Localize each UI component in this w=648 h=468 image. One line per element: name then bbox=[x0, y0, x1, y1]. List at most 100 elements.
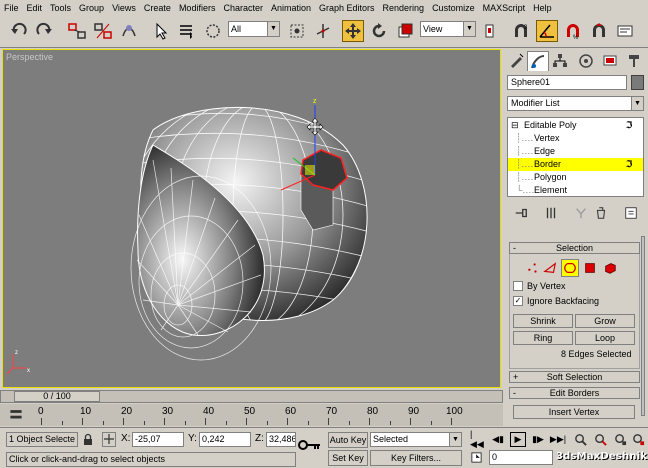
previous-frame-icon[interactable]: ◀▮ bbox=[490, 432, 506, 447]
stack-item-element[interactable]: └‥‥ Element bbox=[508, 184, 643, 197]
zoom-all-icon[interactable] bbox=[592, 432, 608, 447]
redo-icon[interactable] bbox=[33, 20, 55, 42]
menu-graph-editors[interactable]: Graph Editors bbox=[315, 0, 379, 16]
configure-modifier-sets-icon[interactable] bbox=[623, 205, 639, 221]
remove-modifier-icon[interactable] bbox=[593, 205, 609, 221]
bind-space-warp-icon[interactable] bbox=[118, 20, 140, 42]
z-coordinate-field[interactable]: 32,486 bbox=[266, 432, 296, 447]
checkbox-label: By Vertex bbox=[527, 281, 566, 291]
ignore-backfacing-checkbox[interactable]: ✓ Ignore Backfacing bbox=[513, 295, 599, 307]
show-end-result-icon[interactable] bbox=[543, 205, 559, 221]
modifier-list-dropdown[interactable]: Modifier List ▼ bbox=[507, 96, 644, 111]
key-filters-button[interactable]: Key Filters... bbox=[370, 450, 462, 466]
modify-tab-icon[interactable] bbox=[527, 51, 549, 71]
menu-help[interactable]: Help bbox=[529, 0, 556, 16]
utilities-tab-icon[interactable] bbox=[623, 51, 645, 71]
current-frame-field[interactable]: 0 bbox=[489, 450, 553, 465]
angle-snap-icon[interactable] bbox=[536, 20, 558, 42]
object-name-field[interactable]: Sphere01 bbox=[507, 75, 627, 90]
edit-borders-rollout-header[interactable]: - Edit Borders bbox=[509, 387, 640, 399]
absolute-mode-icon[interactable] bbox=[102, 432, 116, 447]
menu-animation[interactable]: Animation bbox=[267, 0, 315, 16]
select-and-rotate-icon[interactable] bbox=[368, 20, 390, 42]
y-coordinate-field[interactable]: 0,242 bbox=[199, 432, 251, 447]
select-and-link-icon[interactable] bbox=[66, 20, 88, 42]
menu-maxscript[interactable]: MAXScript bbox=[479, 0, 530, 16]
selection-rollout-header[interactable]: - Selection bbox=[509, 242, 640, 254]
loop-button[interactable]: Loop bbox=[575, 331, 635, 345]
key-icon[interactable] bbox=[298, 438, 322, 452]
ring-button[interactable]: Ring bbox=[513, 331, 573, 345]
menu-modifiers[interactable]: Modifiers bbox=[175, 0, 220, 16]
select-and-move-icon[interactable] bbox=[342, 20, 364, 42]
selection-filter-dropdown[interactable]: All ▼ bbox=[228, 21, 280, 37]
insert-vertex-button[interactable]: Insert Vertex bbox=[513, 405, 635, 419]
select-and-scale-icon[interactable] bbox=[394, 20, 416, 42]
edge-mode-icon[interactable] bbox=[541, 259, 559, 277]
go-to-start-icon[interactable]: |◀◀ bbox=[470, 429, 486, 449]
object-color-swatch[interactable] bbox=[631, 75, 644, 90]
percent-snap-icon[interactable]: % bbox=[562, 20, 584, 42]
spinner-snap-icon[interactable] bbox=[588, 20, 610, 42]
perspective-viewport[interactable]: Perspective z z x bbox=[2, 49, 501, 388]
time-slider[interactable]: 0 / 100 bbox=[14, 391, 100, 402]
element-mode-icon[interactable] bbox=[601, 259, 619, 277]
soft-selection-rollout-header[interactable]: + Soft Selection bbox=[509, 371, 640, 383]
menu-group[interactable]: Group bbox=[75, 0, 108, 16]
next-frame-icon[interactable]: ▮▶ bbox=[530, 432, 546, 447]
create-tab-icon[interactable] bbox=[505, 51, 527, 71]
polygon-mode-icon[interactable] bbox=[581, 259, 599, 277]
x-coordinate-field[interactable]: -25,07 bbox=[132, 432, 184, 447]
shrink-button[interactable]: Shrink bbox=[513, 314, 573, 328]
hierarchy-tab-icon[interactable] bbox=[549, 51, 571, 71]
ref-coord-dropdown[interactable]: View ▼ bbox=[420, 21, 476, 37]
menu-rendering[interactable]: Rendering bbox=[379, 0, 429, 16]
select-and-move-icon-small[interactable] bbox=[312, 20, 334, 42]
menu-tools[interactable]: Tools bbox=[46, 0, 75, 16]
select-by-name-icon[interactable] bbox=[176, 20, 198, 42]
unlink-icon[interactable] bbox=[92, 20, 114, 42]
zoom-extents-all-icon[interactable] bbox=[630, 432, 646, 447]
menu-character[interactable]: Character bbox=[219, 0, 267, 16]
collapse-icon[interactable]: ⊟ bbox=[511, 119, 519, 132]
stack-item-edge[interactable]: ┊‥‥ Edge bbox=[508, 145, 643, 158]
zoom-icon[interactable] bbox=[572, 432, 588, 447]
track-bar[interactable]: 0 10 20 30 40 50 60 70 80 90 100 bbox=[0, 404, 503, 426]
selection-region-icon[interactable] bbox=[202, 20, 224, 42]
time-config-icon[interactable] bbox=[470, 451, 486, 466]
key-mode-dropdown[interactable]: Selected ▼ bbox=[370, 432, 462, 447]
select-object-icon[interactable] bbox=[150, 20, 172, 42]
border-mode-icon[interactable] bbox=[561, 259, 579, 277]
pivot-center-icon[interactable] bbox=[480, 20, 502, 42]
command-panel-scrollbar[interactable] bbox=[641, 236, 645, 416]
pin-stack-icon[interactable] bbox=[513, 205, 529, 221]
stack-item-vertex[interactable]: ┊‥‥ Vertex bbox=[508, 132, 643, 145]
track-bar-icon[interactable] bbox=[8, 408, 24, 422]
make-unique-icon[interactable] bbox=[573, 205, 589, 221]
display-tab-icon[interactable] bbox=[599, 51, 621, 71]
undo-icon[interactable] bbox=[8, 20, 30, 42]
vertex-mode-icon[interactable] bbox=[523, 259, 541, 277]
grow-button[interactable]: Grow bbox=[575, 314, 635, 328]
go-to-end-icon[interactable]: ▶▶| bbox=[550, 432, 566, 447]
lock-icon[interactable] bbox=[82, 433, 94, 446]
zoom-extents-icon[interactable] bbox=[612, 432, 628, 447]
by-vertex-box[interactable] bbox=[513, 281, 523, 291]
ignore-backfacing-box[interactable]: ✓ bbox=[513, 296, 523, 306]
menu-edit[interactable]: Edit bbox=[23, 0, 47, 16]
window-crossing-icon[interactable] bbox=[286, 20, 308, 42]
set-key-button[interactable]: Set Key bbox=[328, 450, 368, 466]
menu-views[interactable]: Views bbox=[108, 0, 140, 16]
motion-tab-icon[interactable] bbox=[575, 51, 597, 71]
stack-item-border[interactable]: ┊‥‥ Border ℑ bbox=[508, 158, 643, 171]
named-selection-icon[interactable] bbox=[614, 20, 636, 42]
by-vertex-checkbox[interactable]: By Vertex bbox=[513, 280, 566, 292]
menu-create[interactable]: Create bbox=[140, 0, 175, 16]
auto-key-button[interactable]: Auto Key bbox=[328, 432, 368, 448]
stack-item-editable-poly[interactable]: ⊟ Editable Poly ℑ bbox=[508, 119, 643, 132]
play-icon[interactable]: ▶ bbox=[510, 432, 526, 447]
menu-customize[interactable]: Customize bbox=[428, 0, 479, 16]
menu-file[interactable]: File bbox=[0, 0, 23, 16]
snaps-toggle-icon[interactable]: 3 bbox=[510, 20, 532, 42]
stack-item-polygon[interactable]: ┊‥‥ Polygon bbox=[508, 171, 643, 184]
